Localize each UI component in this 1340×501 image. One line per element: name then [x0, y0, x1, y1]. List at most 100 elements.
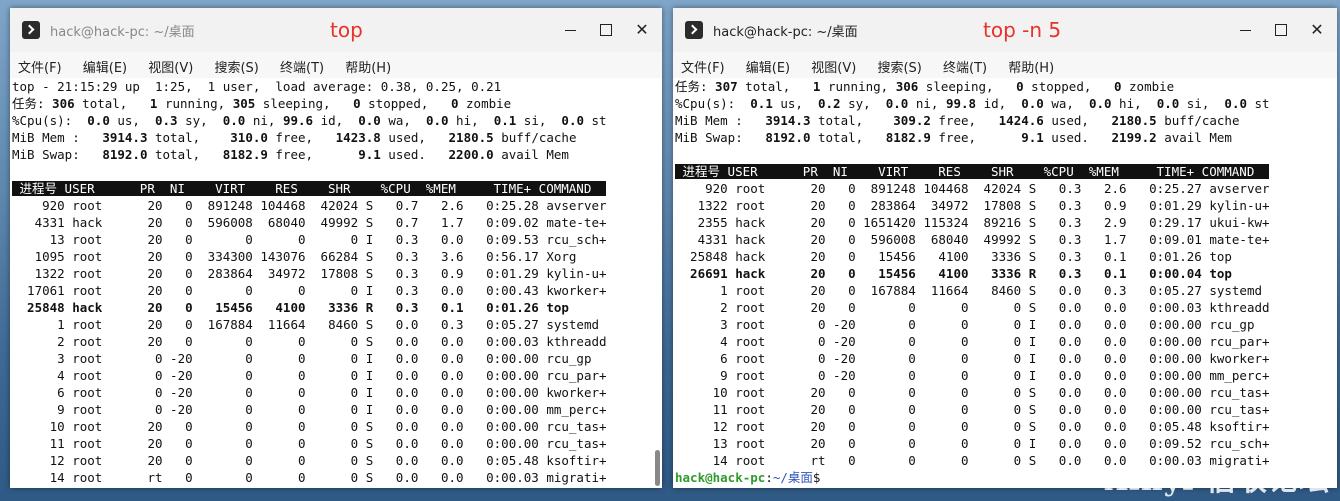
- terminal-text: 2 root 20 0 0 0 0 S 0.0 0.0 0:00.03 kthr…: [12, 334, 607, 349]
- prompt-sep: :: [765, 470, 773, 485]
- terminal-text: free,: [930, 113, 999, 128]
- menu-view[interactable]: 视图(V): [148, 52, 200, 76]
- terminal-text: 任务:: [675, 79, 708, 94]
- terminal-line: 进程号 USER PR NI VIRT RES SHR %CPU %MEM TI…: [673, 163, 1337, 180]
- terminal-text: hi,: [448, 113, 494, 128]
- terminal-text: 4 root 0 -20 0 0 0 I 0.0 0.0 0:00.00 rcu…: [675, 334, 1270, 349]
- terminal-text: buff/cache: [493, 130, 577, 145]
- terminal-text: used,: [380, 130, 449, 145]
- terminal-text: 12 root 20 0 0 0 0 S 0.0 0.0 0:05.48 kso…: [12, 453, 607, 468]
- terminal-text: 8182.9: [222, 147, 268, 162]
- terminal-line: 12 root 20 0 0 0 0 S 0.0 0.0 0:05.48 kso…: [10, 452, 662, 469]
- terminal-window-top[interactable]: hack@hack-pc: ~/桌面 top ✕ 文件(F) 编辑(E) 视图(…: [10, 8, 662, 488]
- terminal-text: running,: [157, 96, 233, 111]
- terminal-text: 2355 hack 20 0 1651420 115324 89216 S 0.…: [675, 215, 1270, 230]
- terminal-text: st: [584, 113, 607, 128]
- terminal-text: 0.1: [750, 96, 773, 111]
- terminal-text: sleeping,: [918, 79, 1017, 94]
- terminal-text: 8192.0: [765, 130, 811, 145]
- terminal-text: 0: [450, 96, 459, 111]
- terminal-text: sy,: [177, 113, 223, 128]
- terminal-text: wa,: [1043, 96, 1089, 111]
- terminal-text: 9.1: [358, 147, 381, 162]
- menu-help[interactable]: 帮助(H): [345, 52, 398, 76]
- terminal-text: 3 root 0 -20 0 0 0 I 0.0 0.0 0:00.00 rcu…: [12, 351, 592, 366]
- terminal-text: 307: [707, 79, 738, 94]
- terminal-text: stopped,: [1023, 79, 1114, 94]
- terminal-line: 4 root 0 -20 0 0 0 I 0.0 0.0 0:00.00 rcu…: [673, 333, 1337, 350]
- terminal-line: 10 root 20 0 0 0 0 S 0.0 0.0 0:00.00 rcu…: [10, 418, 662, 435]
- terminal-text: 9 root 0 -20 0 0 0 I 0.0 0.0 0:00.00 mm_…: [675, 368, 1270, 383]
- terminal-line: 4331 hack 20 0 596008 68040 49992 S 0.3 …: [673, 231, 1337, 248]
- menu-file[interactable]: 文件(F): [681, 52, 732, 76]
- terminal-text: 0.0: [1224, 96, 1247, 111]
- terminal-text: 1424.6: [998, 113, 1044, 128]
- terminal-text: 0.0: [1156, 96, 1180, 111]
- terminal-text: 10 root 20 0 0 0 0 S 0.0 0.0 0:00.00 rcu…: [12, 419, 607, 434]
- minimize-icon[interactable]: [560, 20, 580, 40]
- terminal-line: 1095 root 20 0 334300 143076 66284 S 0.3…: [10, 248, 662, 265]
- menu-terminal[interactable]: 终端(T): [943, 52, 994, 76]
- menu-search[interactable]: 搜索(S): [877, 52, 928, 76]
- terminal-text: st: [1247, 96, 1270, 111]
- terminal-text: total,: [810, 113, 894, 128]
- terminal-text: 0.0: [358, 113, 381, 128]
- window-title: hack@hack-pc: ~/桌面: [50, 25, 195, 40]
- terminal-text: 11 root 20 0 0 0 0 S 0.0 0.0 0:00.00 rcu…: [675, 402, 1270, 417]
- terminal-text: us,: [109, 113, 155, 128]
- prompt-path: ~/桌面: [772, 470, 813, 485]
- close-icon[interactable]: ✕: [632, 20, 652, 40]
- terminal-line: 12 root 20 0 0 0 0 S 0.0 0.0 0:05.48 kso…: [673, 418, 1337, 435]
- terminal-text: 0.0: [87, 113, 110, 128]
- scrollbar[interactable]: [655, 450, 660, 486]
- terminal-text: total,: [74, 96, 150, 111]
- terminal-text: MiB Swap:: [12, 147, 103, 162]
- maximize-icon[interactable]: [596, 20, 616, 40]
- terminal-text: buff/cache: [1156, 113, 1240, 128]
- window-title: hack@hack-pc: ~/桌面: [713, 25, 858, 40]
- terminal-text: 0.0: [425, 113, 449, 128]
- title-bar[interactable]: hack@hack-pc: ~/桌面 top ✕: [10, 8, 662, 52]
- terminal-line: 6 root 0 -20 0 0 0 I 0.0 0.0 0:00.00 kwo…: [10, 384, 662, 401]
- menu-help[interactable]: 帮助(H): [1008, 52, 1061, 76]
- terminal-text: 9 root 0 -20 0 0 0 I 0.0 0.0 0:00.00 mm_…: [12, 402, 607, 417]
- terminal-text: 306: [44, 96, 75, 111]
- terminal-text: 4331 hack 20 0 596008 68040 49992 S 0.7 …: [12, 215, 607, 230]
- menu-edit[interactable]: 编辑(E): [83, 52, 134, 76]
- title-bar[interactable]: hack@hack-pc: ~/桌面 top -n 5 ✕: [673, 8, 1337, 52]
- terminal-line: MiB Swap: 8192.0 total, 8182.9 free, 9.1…: [673, 129, 1337, 146]
- terminal-text: ni,: [245, 113, 283, 128]
- terminal-text: 12 root 20 0 0 0 0 S 0.0 0.0 0:05.48 kso…: [675, 419, 1270, 434]
- menu-search[interactable]: 搜索(S): [214, 52, 265, 76]
- close-icon[interactable]: ✕: [1307, 20, 1327, 40]
- menu-edit[interactable]: 编辑(E): [746, 52, 797, 76]
- terminal-text: 1322 root 20 0 283864 34972 17808 S 0.3 …: [12, 266, 607, 281]
- menu-terminal[interactable]: 终端(T): [280, 52, 331, 76]
- terminal-line: 1 root 20 0 167884 11664 8460 S 0.0 0.3 …: [10, 316, 662, 333]
- terminal-text: 3 root 0 -20 0 0 0 I 0.0 0.0 0:00.00 rcu…: [675, 317, 1255, 332]
- terminal-line: 25848 hack 20 0 15456 4100 3336 S 0.3 0.…: [673, 248, 1337, 265]
- terminal-text: zombie: [458, 96, 512, 111]
- terminal-output[interactable]: top - 21:15:29 up 1:25, 1 user, load ave…: [10, 78, 662, 488]
- terminal-window-top-n5[interactable]: hack@hack-pc: ~/桌面 top -n 5 ✕ 文件(F) 编辑(E…: [673, 8, 1337, 488]
- terminal-line: 920 root 20 0 891248 104468 42024 S 0.7 …: [10, 197, 662, 214]
- terminal-text: 10 root 20 0 0 0 0 S 0.0 0.0 0:00.00 rcu…: [675, 385, 1270, 400]
- minimize-icon[interactable]: [1235, 20, 1255, 40]
- terminal-text: 920 root 20 0 891248 104468 42024 S 0.7 …: [12, 198, 607, 213]
- terminal-text: used,: [1043, 113, 1112, 128]
- terminal-line: 920 root 20 0 891248 104468 42024 S 0.3 …: [673, 180, 1337, 197]
- terminal-line: 2355 hack 20 0 1651420 115324 89216 S 0.…: [673, 214, 1337, 231]
- terminal-text: avail Mem: [493, 147, 569, 162]
- terminal-text: zombie: [1121, 79, 1175, 94]
- terminal-text: 4331 hack 20 0 596008 68040 49992 S 0.3 …: [675, 232, 1270, 247]
- terminal-text: used.: [1043, 130, 1112, 145]
- terminal-text: 0: [1113, 79, 1122, 94]
- menu-view[interactable]: 视图(V): [811, 52, 863, 76]
- maximize-icon[interactable]: [1271, 20, 1291, 40]
- terminal-text: 0.2: [818, 96, 841, 111]
- terminal-line: 9 root 0 -20 0 0 0 I 0.0 0.0 0:00.00 mm_…: [10, 401, 662, 418]
- terminal-output[interactable]: 任务: 307 total, 1 running, 306 sleeping, …: [673, 78, 1337, 488]
- menu-file[interactable]: 文件(F): [18, 52, 69, 76]
